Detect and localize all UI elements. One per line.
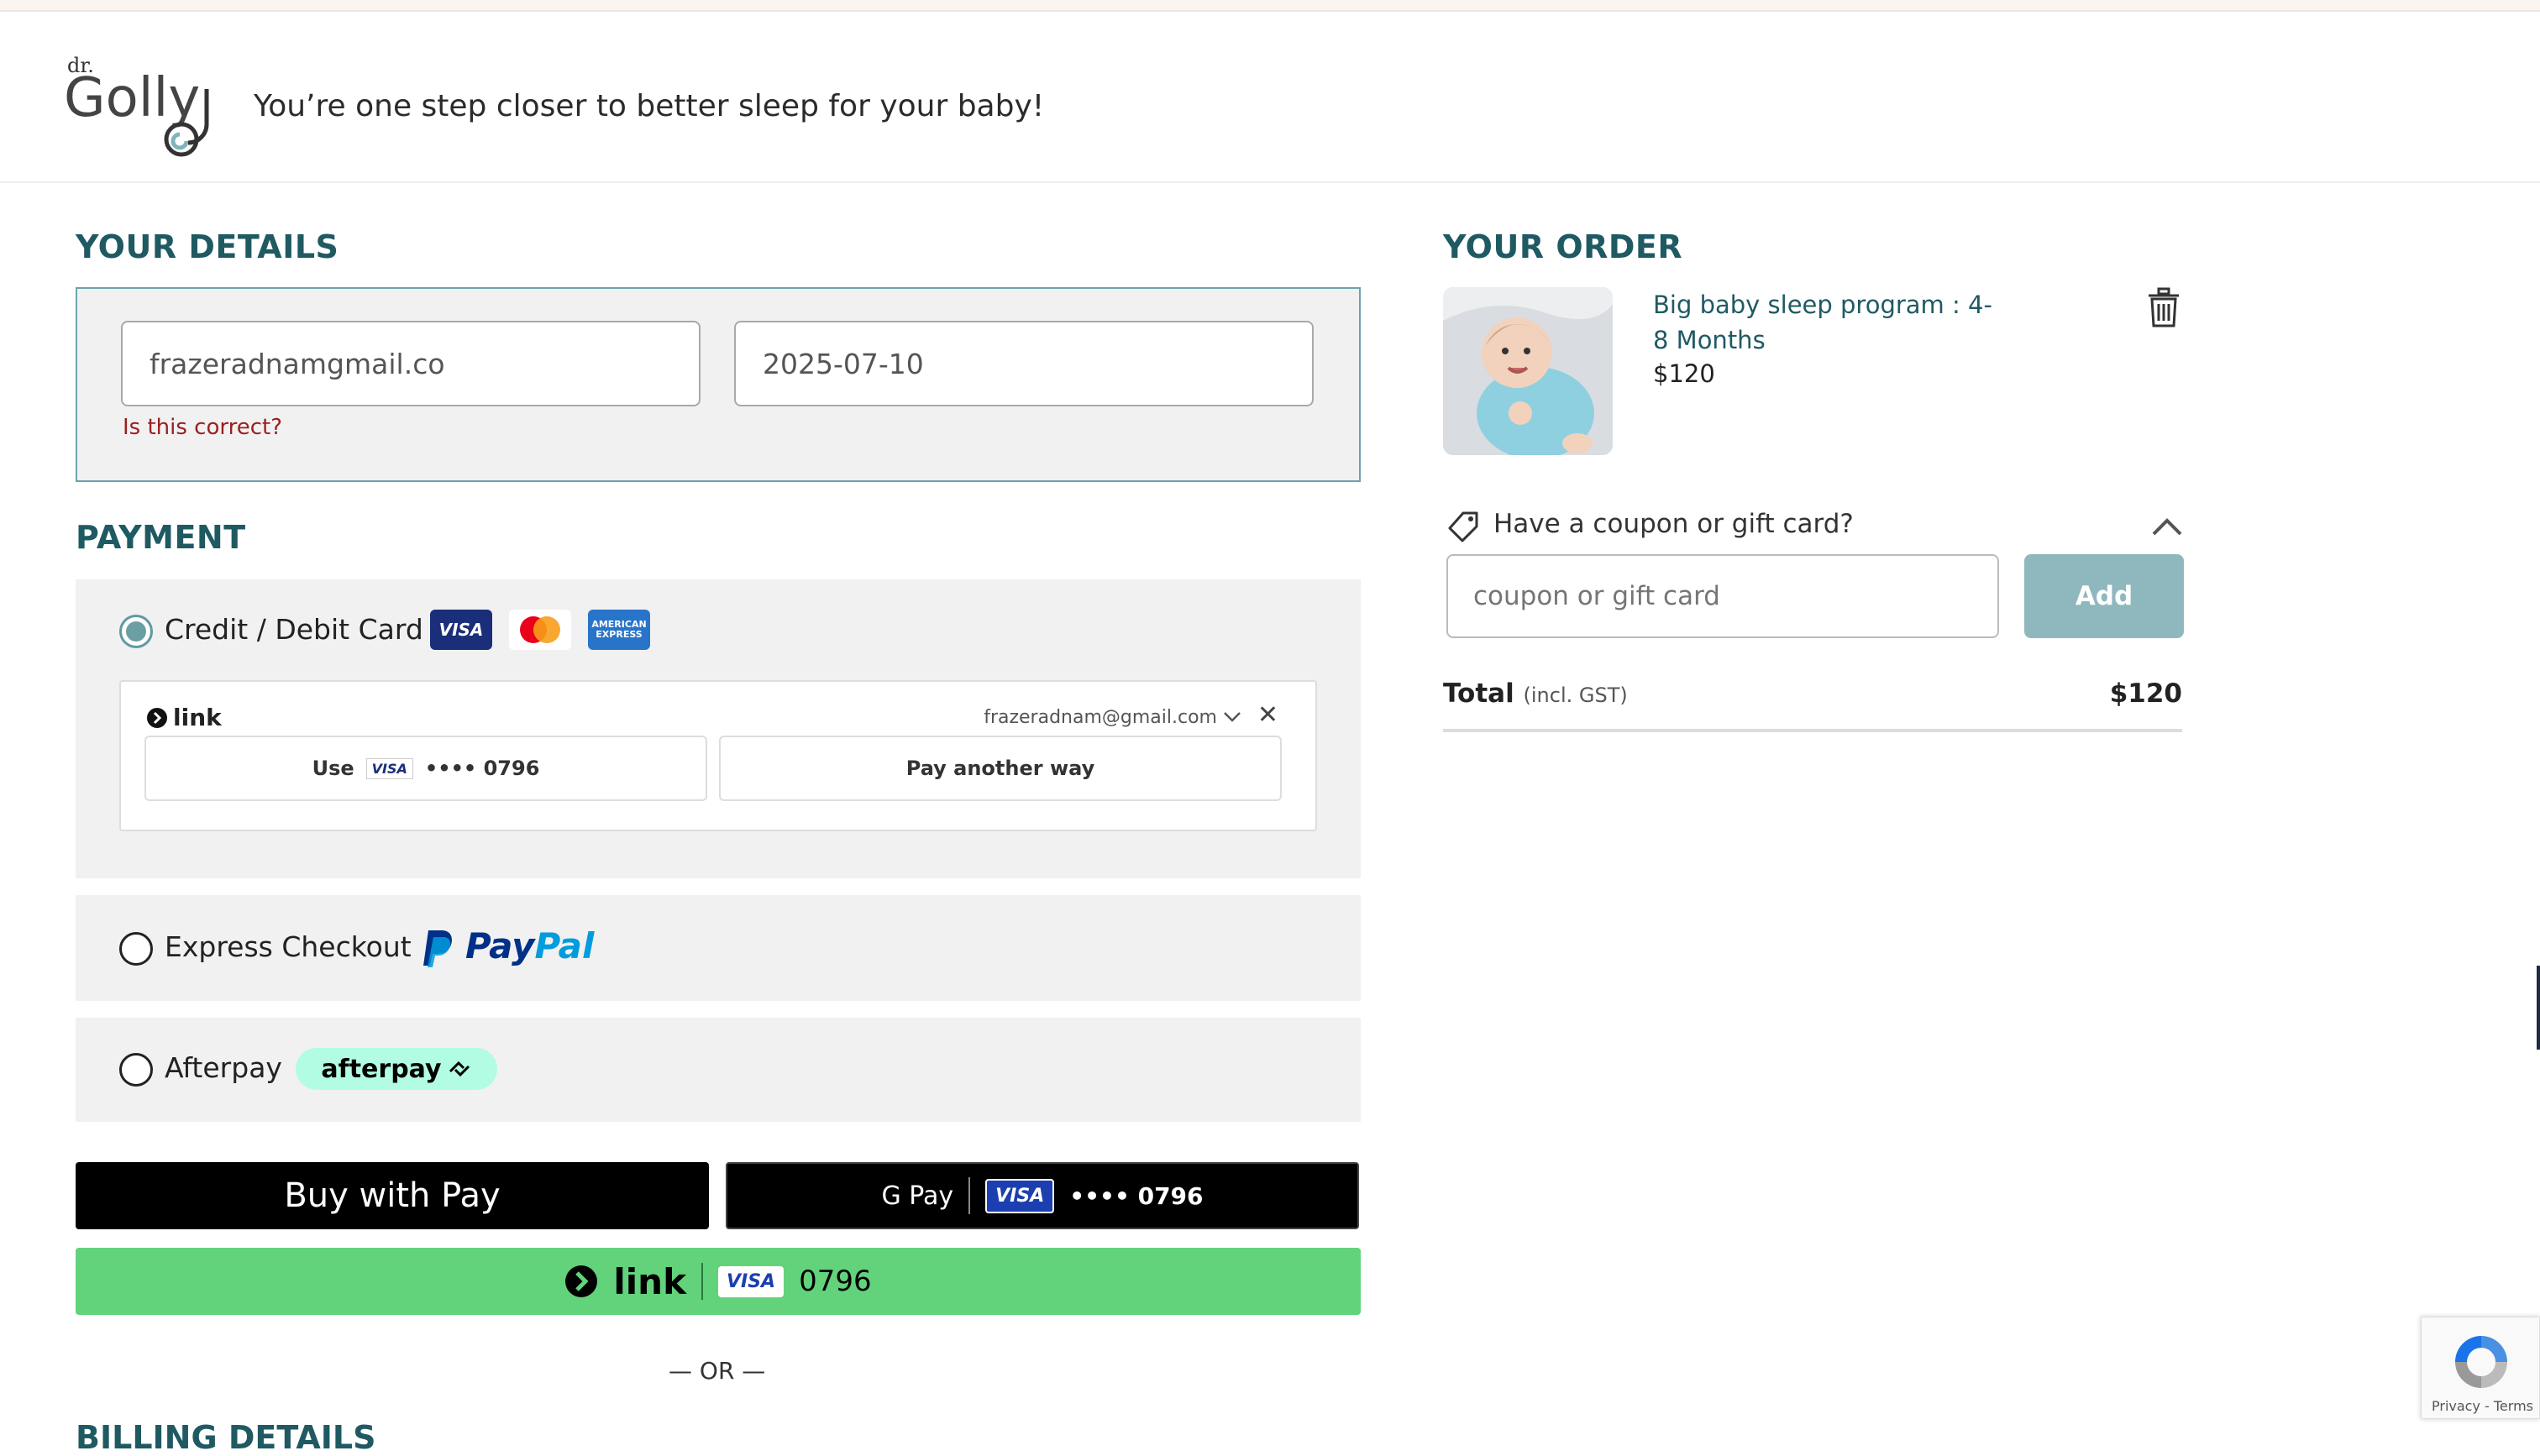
total-label: Total (incl. GST)	[1443, 678, 1628, 709]
top-strip	[0, 0, 2540, 12]
use-saved-card-button[interactable]: Use VISA •••• 0796	[144, 736, 707, 801]
card-payment-panel: Credit / Debit Card VISA AMERICAN EXPRES…	[76, 579, 1361, 878]
link-pay-divider	[701, 1263, 703, 1300]
card-radio[interactable]	[119, 615, 153, 648]
your-order-title: YOUR ORDER	[1443, 228, 1683, 265]
email-field[interactable]: frazeradnamgmail.co	[121, 321, 701, 406]
saved-card-number: •••• 0796	[424, 757, 540, 780]
visa-icon: VISA	[430, 610, 492, 650]
visa-mini-icon: VISA	[365, 757, 413, 779]
trash-icon[interactable]	[2147, 287, 2181, 329]
tagline: You’re one step closer to better sleep f…	[254, 89, 1045, 123]
add-coupon-button[interactable]: Add	[2024, 554, 2184, 638]
link-logo-text: link	[173, 704, 222, 731]
dr-golly-logo[interactable]: dr. Golly	[64, 47, 223, 165]
link-pay-logo: link	[613, 1260, 686, 1302]
link-pay-button[interactable]: link VISA 0796	[76, 1248, 1361, 1315]
afterpay-logo: afterpay	[296, 1048, 497, 1090]
apple-pay-button[interactable]: Buy with Pay	[76, 1162, 709, 1229]
link-pay-card-number: 0796	[799, 1265, 872, 1298]
total-value: $120	[2109, 678, 2182, 709]
gpay-logo: G Pay	[881, 1181, 954, 1211]
header: dr. Golly You’re one step closer to bett…	[0, 12, 2540, 183]
product-image	[1443, 287, 1613, 455]
link-arrow-icon	[147, 707, 167, 728]
product-name[interactable]: Big baby sleep program : 4-8 Months	[1653, 287, 2006, 358]
gpay-card-number: •••• 0796	[1069, 1181, 1204, 1210]
paypal-icon	[423, 930, 452, 967]
pay-another-way-button[interactable]: Pay another way	[719, 736, 1282, 801]
recaptcha-icon	[2455, 1336, 2507, 1388]
link-logo: link	[146, 704, 222, 731]
chevron-down-icon[interactable]	[1223, 711, 1241, 723]
link-pay-visa-icon: VISA	[718, 1265, 785, 1297]
link-email[interactable]: frazeradnam@gmail.com	[984, 707, 1241, 728]
billing-details-title: BILLING DETAILS	[76, 1419, 376, 1456]
link-email-text: frazeradnam@gmail.com	[984, 707, 1217, 728]
coupon-input[interactable]	[1446, 554, 1999, 638]
afterpay-radio[interactable]	[119, 1053, 153, 1087]
chevron-up-icon[interactable]	[2150, 516, 2184, 537]
email-error[interactable]: Is this correct?	[123, 415, 282, 440]
your-details-title: YOUR DETAILS	[76, 228, 339, 265]
total-incl-gst: (incl. GST)	[1523, 683, 1628, 707]
product-price: $120	[1653, 359, 1715, 388]
coupon-label: Have a coupon or gift card?	[1493, 509, 1854, 539]
gpay-divider	[968, 1177, 971, 1214]
afterpay-panel: Afterpay afterpay	[76, 1018, 1361, 1122]
tag-icon	[1448, 511, 1478, 542]
amex-icon: AMERICAN EXPRESS	[588, 610, 650, 650]
use-label: Use	[312, 757, 354, 780]
recaptcha-badge[interactable]: Privacy - Terms	[2421, 1317, 2540, 1419]
total-label-text: Total	[1443, 678, 1514, 709]
paypal-radio[interactable]	[119, 932, 153, 966]
paypal-logo: PayPal	[465, 925, 595, 966]
link-box: link frazeradnam@gmail.com ✕ Use VISA ••…	[119, 680, 1317, 831]
google-pay-button[interactable]: G Pay VISA •••• 0796	[726, 1162, 1359, 1229]
afterpay-arrows-icon	[449, 1061, 470, 1077]
link-arrow-icon	[565, 1265, 598, 1297]
details-box: frazeradnamgmail.co 2025-07-10 Is this c…	[76, 287, 1361, 482]
mastercard-icon	[509, 610, 571, 650]
afterpay-label[interactable]: Afterpay	[165, 1051, 282, 1084]
paypal-panel: Express Checkout PayPal	[76, 895, 1361, 1001]
payment-title: PAYMENT	[76, 519, 246, 556]
total-row: Total (incl. GST) $120	[1443, 678, 2182, 732]
or-divider: — OR —	[669, 1357, 766, 1385]
recaptcha-terms[interactable]: Privacy - Terms	[2432, 1398, 2533, 1414]
card-label[interactable]: Credit / Debit Card	[165, 613, 423, 646]
logo-golly: Golly	[64, 67, 200, 129]
afterpay-logo-text: afterpay	[321, 1054, 442, 1084]
page-edge-marker	[2537, 966, 2540, 1050]
coupon-toggle[interactable]: Have a coupon or gift card?	[1446, 509, 2186, 546]
gpay-visa-icon: VISA	[985, 1178, 1055, 1213]
paypal-label[interactable]: Express Checkout	[165, 930, 412, 963]
date-field[interactable]: 2025-07-10	[734, 321, 1314, 406]
close-icon[interactable]: ✕	[1257, 700, 1278, 730]
